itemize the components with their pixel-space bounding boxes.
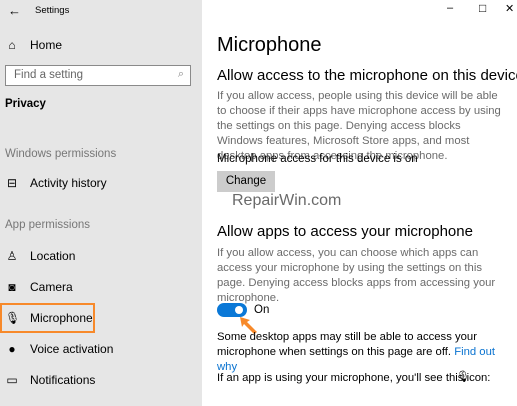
minimize-button[interactable]: –: [447, 2, 453, 14]
home-icon: ⌂: [8, 38, 16, 52]
device-status: Microphone access for this device is on: [217, 153, 418, 165]
watermark: RepairWin.com: [232, 192, 342, 209]
search-input[interactable]: Find a setting ⌕: [5, 65, 191, 86]
voice-activation-icon: ●: [8, 342, 16, 356]
notifications-icon: ▭: [6, 373, 18, 387]
apps-description: If you allow access, you can choose whic…: [217, 247, 496, 304]
change-button[interactable]: Change: [217, 171, 275, 192]
activity-history-label: Activity history: [30, 176, 107, 190]
close-button[interactable]: ✕: [505, 2, 514, 15]
search-icon: ⌕: [177, 68, 184, 80]
section-privacy: Privacy: [5, 98, 46, 110]
camera-label: Camera: [30, 280, 73, 294]
windows-permissions-header: Windows permissions: [5, 148, 117, 160]
sidebar-item-home[interactable]: ⌂ Home: [5, 38, 62, 52]
search-placeholder: Find a setting: [14, 69, 84, 81]
sidebar-item-voice-activation[interactable]: ● Voice activation: [5, 342, 113, 356]
app-permissions-header: App permissions: [5, 219, 91, 231]
maximize-button[interactable]: □: [479, 1, 486, 15]
apps-heading: Allow apps to access your microphone: [217, 223, 473, 240]
home-label: Home: [30, 38, 63, 52]
location-label: Location: [30, 249, 76, 263]
location-icon: ♙: [6, 249, 18, 263]
microphone-status-icon: 🎙︎: [456, 371, 470, 383]
device-heading: Allow access to the microphone on this d…: [217, 67, 517, 84]
sidebar-item-notifications[interactable]: ▭ Notifications: [5, 373, 95, 387]
sidebar-item-camera[interactable]: ◙ Camera: [5, 280, 73, 294]
desktop-note: Some desktop apps may still be able to a…: [217, 330, 512, 375]
sidebar-item-location[interactable]: ♙ Location: [5, 249, 76, 263]
desktop-note-text: Some desktop apps may still be able to a…: [217, 331, 477, 358]
sidebar-item-activity-history[interactable]: ⊟ Activity history: [5, 176, 107, 190]
highlight-box: [0, 303, 95, 333]
sidebar: ← Settings ⌂ Home Find a setting ⌕ Privacy…: [0, 0, 202, 406]
back-arrow-icon[interactable]: ←: [8, 3, 21, 18]
activity-history-icon: ⊟: [6, 176, 18, 190]
camera-icon: ◙: [8, 280, 16, 294]
notifications-label: Notifications: [30, 373, 96, 387]
icon-note: If an app is using your microphone, you'…: [217, 372, 491, 384]
window-title: Settings: [35, 5, 70, 16]
page-title: Microphone: [217, 34, 322, 56]
voice-activation-label: Voice activation: [30, 342, 114, 356]
